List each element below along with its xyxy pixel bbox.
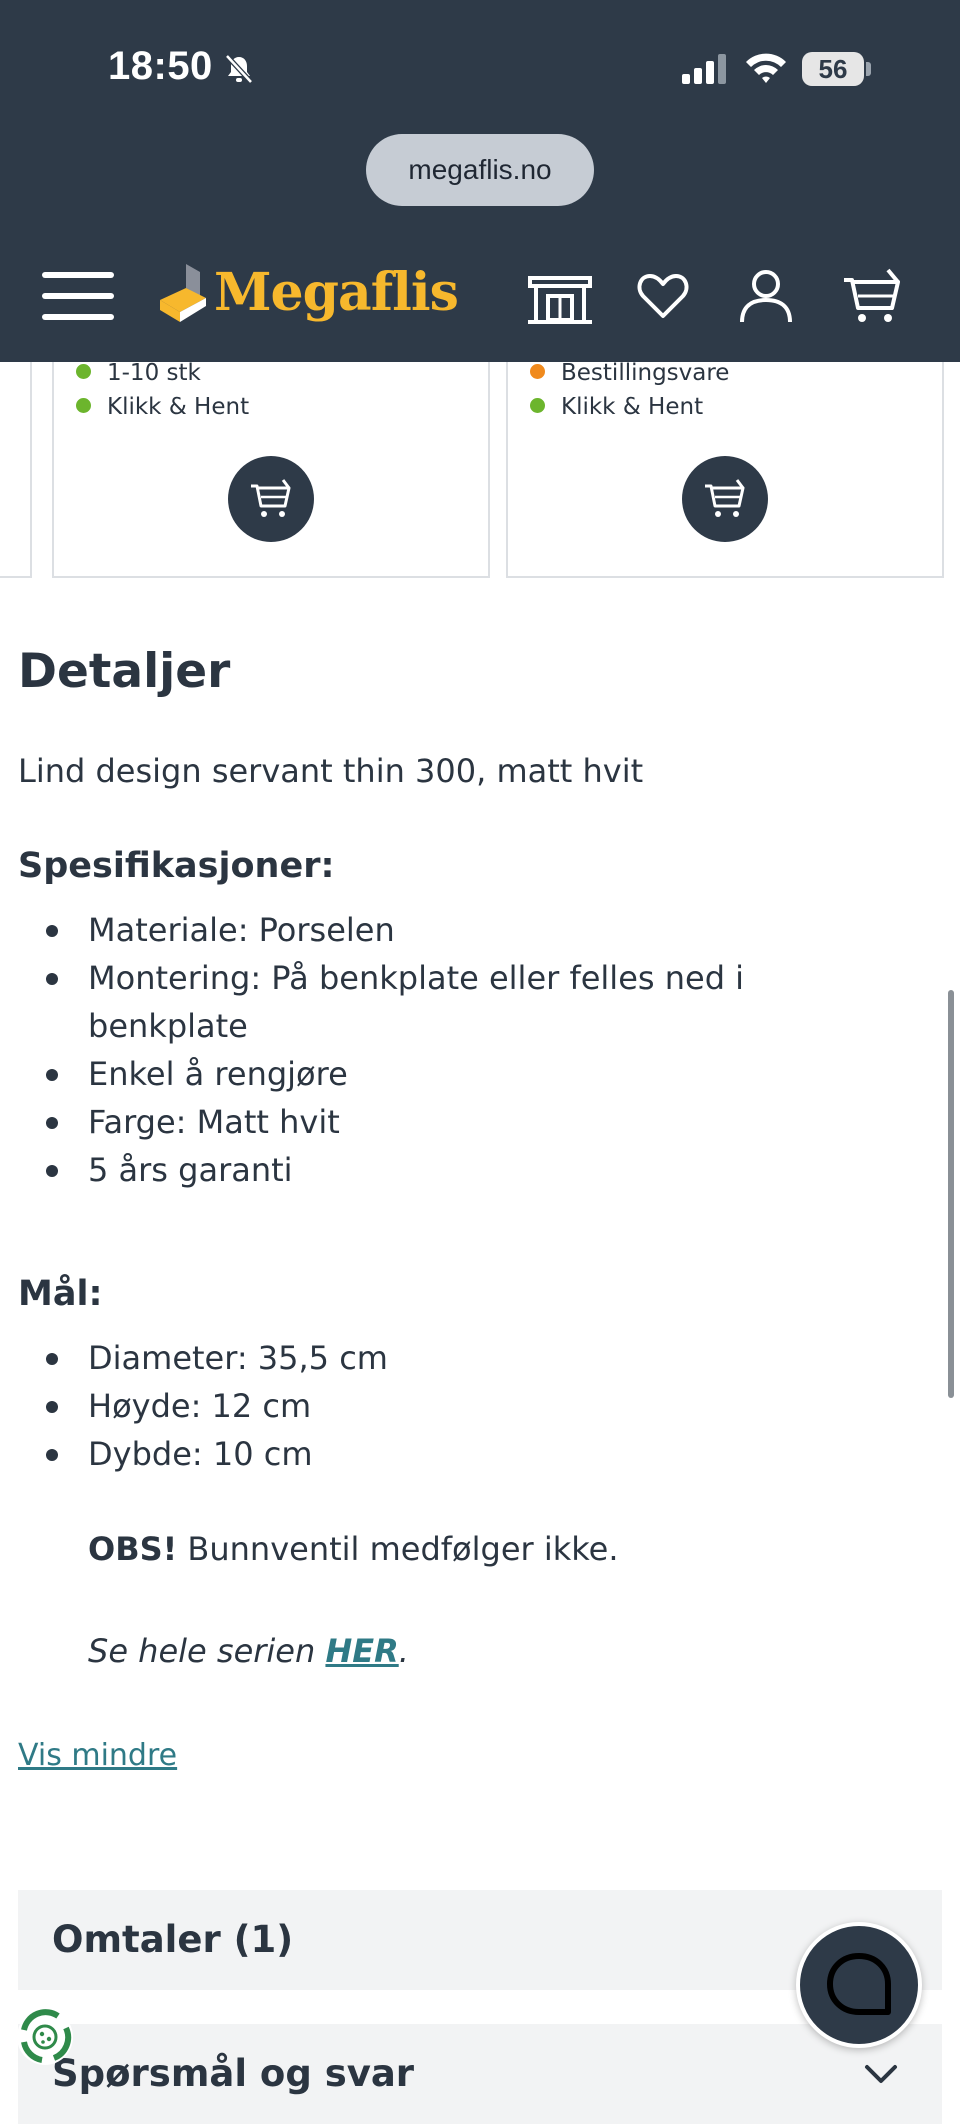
details-heading: Detaljer: [18, 644, 231, 699]
logo-text[interactable]: Megaflis: [214, 262, 459, 323]
specifications-list: Materiale: Porselen Montering: På benkpl…: [46, 906, 848, 1194]
obs-text: Bunnventil medfølger ikke.: [177, 1530, 619, 1568]
product-description: Lind design servant thin 300, matt hvit: [18, 752, 644, 790]
series-suffix: .: [398, 1632, 409, 1670]
product-card[interactable]: Bestillingsvare Klikk & Hent: [506, 340, 944, 578]
dimensions-heading: Mål:: [18, 1274, 103, 1314]
wifi-icon: [746, 53, 786, 83]
product-card[interactable]: 1-10 stk Klikk & Hent: [52, 340, 490, 578]
pickup-label: Klikk & Hent: [107, 394, 250, 420]
status-time: 18:50: [108, 44, 213, 88]
obs-label: OBS!: [88, 1530, 178, 1568]
spec-item: 5 års garanti: [46, 1146, 848, 1194]
pickup-dot-green: [530, 398, 545, 413]
spec-item: Montering: På benkplate eller felles ned…: [46, 954, 848, 1050]
chevron-down-icon: [865, 2065, 897, 2083]
scrollbar[interactable]: [948, 990, 954, 1398]
obs-note: OBS! Bunnventil medfølger ikke.: [88, 1530, 619, 1568]
stock-status: Bestillingsvare: [530, 360, 729, 386]
show-less-link[interactable]: Vis mindre: [18, 1738, 177, 1773]
dimension-item: Diameter: 35,5 cm: [46, 1334, 388, 1382]
stock-label: Bestillingsvare: [561, 360, 730, 386]
battery-indicator: 56: [802, 52, 864, 86]
specifications-heading: Spesifikasjoner:: [18, 846, 335, 886]
heart-icon[interactable]: [636, 266, 690, 326]
dimensions-list: Diameter: 35,5 cm Høyde: 12 cm Dybde: 10…: [46, 1334, 388, 1478]
add-to-cart-button[interactable]: [228, 456, 314, 542]
store-icon[interactable]: [526, 266, 594, 326]
spec-item: Enkel å rengjøre: [46, 1050, 848, 1098]
url-bar[interactable]: megaflis.no: [366, 134, 594, 206]
dimension-item: Dybde: 10 cm: [46, 1430, 388, 1478]
cart-icon[interactable]: [842, 266, 902, 326]
stock-status: 1-10 stk: [76, 360, 201, 386]
pickup-dot-green: [76, 398, 91, 413]
stock-dot-green: [76, 364, 91, 379]
chat-button[interactable]: [796, 1922, 922, 2048]
user-icon[interactable]: [738, 266, 794, 326]
pickup-status: Klikk & Hent: [530, 394, 703, 420]
megaflis-logo-icon[interactable]: [156, 262, 208, 324]
dimension-item: Høyde: 12 cm: [46, 1382, 388, 1430]
series-prefix: Se hele serien: [88, 1632, 326, 1670]
spec-item: Materiale: Porselen: [46, 906, 848, 954]
cell-signal-icon: [682, 54, 726, 84]
stock-dot-orange: [530, 364, 545, 379]
cart-icon: [251, 479, 291, 517]
product-card-partial[interactable]: [0, 340, 32, 578]
battery-tip: [866, 62, 871, 76]
add-to-cart-button[interactable]: [682, 456, 768, 542]
pickup-status: Klikk & Hent: [76, 394, 249, 420]
bell-muted-icon: [225, 54, 253, 84]
qa-label: Spørsmål og svar: [52, 2052, 415, 2095]
reviews-label: Omtaler (1): [52, 1918, 294, 1961]
cookie-settings-icon[interactable]: [14, 2006, 76, 2068]
top-bar: 18:50 56 megaflis.no Megaflis: [0, 0, 960, 362]
stock-label: 1-10 stk: [107, 360, 201, 386]
spec-item: Farge: Matt hvit: [46, 1098, 848, 1146]
qa-accordion[interactable]: Spørsmål og svar: [18, 2024, 942, 2124]
chat-bubble-icon: [827, 1953, 891, 2015]
hamburger-menu-icon[interactable]: [40, 268, 116, 324]
cart-icon: [705, 479, 745, 517]
pickup-label: Klikk & Hent: [561, 394, 704, 420]
series-link[interactable]: HER: [325, 1632, 398, 1670]
series-note: Se hele serien HER.: [88, 1632, 409, 1670]
